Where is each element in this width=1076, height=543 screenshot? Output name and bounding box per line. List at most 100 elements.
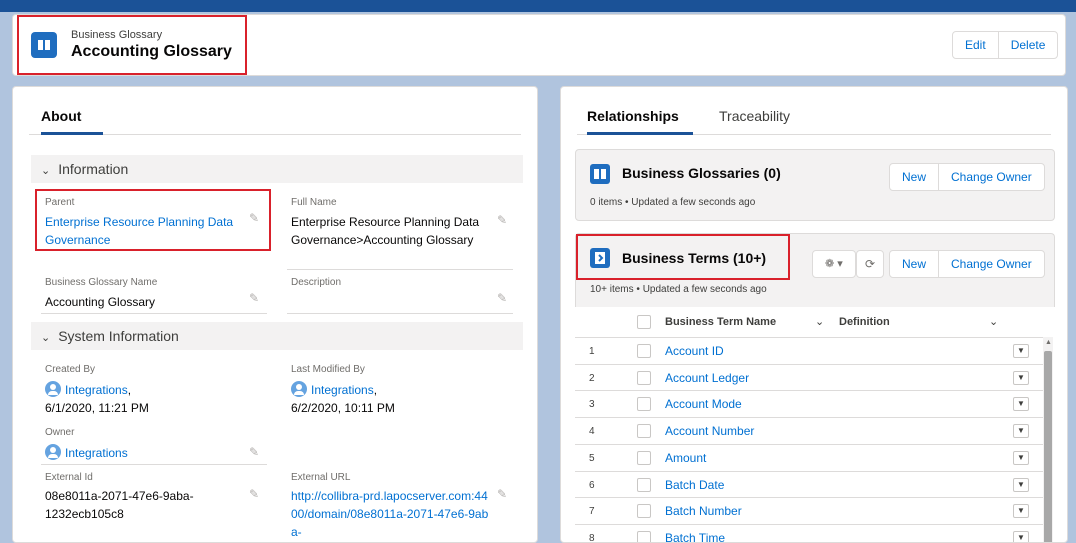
user-link[interactable]: Integrations	[311, 383, 374, 397]
row-checkbox[interactable]	[637, 450, 651, 465]
pencil-icon[interactable]: ✎	[497, 291, 507, 305]
chevron-down-icon[interactable]: ⌄	[989, 307, 998, 337]
parent-link[interactable]: Enterprise Resource Planning Data Govern…	[45, 213, 235, 249]
table-row[interactable]: 1 Account ID ▼	[575, 337, 1043, 364]
terms-icon	[590, 248, 610, 268]
new-button[interactable]: New	[890, 251, 940, 277]
table-row[interactable]: 3 Account Mode ▼	[575, 390, 1043, 417]
card-actions: New Change Owner	[889, 163, 1045, 191]
pencil-icon[interactable]: ✎	[497, 213, 507, 227]
external-url-label: External URL	[291, 472, 351, 483]
book-icon	[590, 164, 610, 184]
row-number: 8	[589, 532, 595, 543]
row-checkbox[interactable]	[637, 424, 651, 439]
row-checkbox[interactable]	[637, 370, 651, 385]
pencil-icon[interactable]: ✎	[249, 487, 259, 501]
full-name-value: Enterprise Resource Planning Data Govern…	[291, 215, 480, 247]
row-checkbox[interactable]	[637, 397, 651, 412]
record-type-label: Business Glossary	[71, 29, 163, 41]
term-link[interactable]: Account Ledger	[665, 371, 749, 385]
created-by-user[interactable]: Integrations,	[45, 381, 131, 399]
full-name-label: Full Name	[291, 197, 337, 208]
table-scrollbar[interactable]: ▲	[1043, 337, 1053, 542]
delete-button[interactable]: Delete	[999, 32, 1058, 58]
table-row[interactable]: 2 Account Ledger ▼	[575, 363, 1043, 391]
term-link[interactable]: Batch Time	[665, 531, 725, 542]
column-header-name[interactable]: Business Term Name	[665, 307, 776, 337]
row-checkbox[interactable]	[637, 477, 651, 492]
information-section-header[interactable]: ⌄ Information	[31, 155, 523, 183]
divider	[41, 464, 267, 465]
row-number: 3	[589, 399, 595, 411]
modified-date: 6/2/2020, 10:11 PM	[291, 401, 395, 415]
table-row[interactable]: 7 Batch Number ▼	[575, 497, 1043, 524]
user-avatar-icon	[45, 381, 61, 397]
record-header: Business Glossary Accounting Glossary Ed…	[12, 14, 1066, 76]
row-actions-dropdown[interactable]: ▼	[1013, 344, 1029, 358]
change-owner-icon[interactable]: ✎	[249, 445, 259, 459]
external-id-label: External Id	[45, 472, 93, 483]
row-actions-dropdown[interactable]: ▼	[1013, 530, 1029, 542]
table-row[interactable]: 5 Amount ▼	[575, 443, 1043, 471]
created-date: 6/1/2020, 11:21 PM	[45, 401, 149, 415]
book-icon	[31, 32, 57, 58]
tab-about[interactable]: About	[41, 105, 103, 135]
modified-by-user[interactable]: Integrations,	[291, 381, 377, 399]
chevron-down-icon[interactable]: ⌄	[815, 307, 824, 337]
term-link[interactable]: Account ID	[665, 344, 724, 358]
row-actions-dropdown[interactable]: ▼	[1013, 504, 1029, 519]
row-actions-dropdown[interactable]: ▼	[1013, 477, 1029, 492]
table-row[interactable]: 4 Account Number ▼	[575, 417, 1043, 444]
row-actions-dropdown[interactable]: ▼	[1013, 397, 1029, 412]
row-actions-dropdown[interactable]: ▼	[1013, 450, 1029, 465]
term-link[interactable]: Batch Date	[665, 478, 724, 492]
column-header-definition[interactable]: Definition	[839, 307, 890, 337]
about-panel: About ⌄ Information Parent Enterprise Res…	[12, 86, 538, 543]
settings-dropdown[interactable]: ❁ ▾	[812, 250, 856, 278]
change-owner-button[interactable]: Change Owner	[939, 164, 1044, 190]
tab-traceability[interactable]: Traceability	[719, 105, 790, 135]
header-actions: Edit Delete	[952, 31, 1059, 59]
term-link[interactable]: Account Number	[665, 424, 754, 438]
row-actions-dropdown[interactable]: ▼	[1013, 424, 1029, 439]
term-link[interactable]: Account Mode	[665, 397, 742, 411]
edit-button[interactable]: Edit	[953, 32, 999, 58]
term-link[interactable]: Batch Number	[665, 504, 742, 518]
scroll-thumb[interactable]	[1044, 351, 1052, 542]
pencil-icon[interactable]: ✎	[497, 487, 507, 501]
card-title[interactable]: Business Glossaries (0)	[622, 165, 781, 181]
system-section-header[interactable]: ⌄ System Information	[31, 322, 523, 350]
table-row[interactable]: 8 Batch Time ▼	[575, 523, 1043, 543]
refresh-button[interactable]: ⟳	[856, 250, 885, 278]
record-title: Accounting Glossary	[71, 43, 232, 60]
user-link[interactable]: Integrations	[65, 446, 128, 460]
row-checkbox[interactable]	[637, 530, 651, 542]
table-row[interactable]: 6 Batch Date ▼	[575, 470, 1043, 498]
tab-relationships[interactable]: Relationships	[587, 105, 693, 135]
user-link[interactable]: Integrations	[65, 383, 128, 397]
created-by-label: Created By	[45, 364, 96, 375]
divider	[41, 313, 267, 314]
scroll-up-icon[interactable]: ▲	[1045, 339, 1052, 346]
pencil-icon[interactable]: ✎	[249, 211, 259, 225]
row-actions-dropdown[interactable]: ▼	[1013, 370, 1029, 385]
business-glossaries-card: Business Glossaries (0) 0 items • Update…	[575, 149, 1055, 221]
card-title[interactable]: Business Terms (10+)	[622, 250, 766, 266]
change-owner-button[interactable]: Change Owner	[939, 251, 1044, 277]
row-number: 1	[589, 346, 595, 357]
new-button[interactable]: New	[890, 164, 940, 190]
external-id-value: 08e8011a-2071-47e6-9aba-1232ecb105c8	[45, 489, 194, 521]
row-checkbox[interactable]	[637, 504, 651, 519]
select-all-checkbox[interactable]	[637, 315, 651, 329]
gear-icon[interactable]: ❁ ▾	[813, 251, 855, 277]
section-title: System Information	[58, 328, 179, 344]
row-checkbox[interactable]	[637, 344, 651, 358]
external-url-link[interactable]: http://collibra-prd.lapocserver.com:4400…	[291, 487, 491, 541]
owner-user[interactable]: Integrations	[45, 444, 128, 462]
term-link[interactable]: Amount	[665, 451, 706, 465]
parent-label: Parent	[45, 197, 75, 208]
card-subtitle: 10+ items • Updated a few seconds ago	[590, 284, 767, 295]
refresh-icon[interactable]: ⟳	[857, 251, 883, 277]
pencil-icon[interactable]: ✎	[249, 291, 259, 305]
user-avatar-icon	[291, 381, 307, 397]
